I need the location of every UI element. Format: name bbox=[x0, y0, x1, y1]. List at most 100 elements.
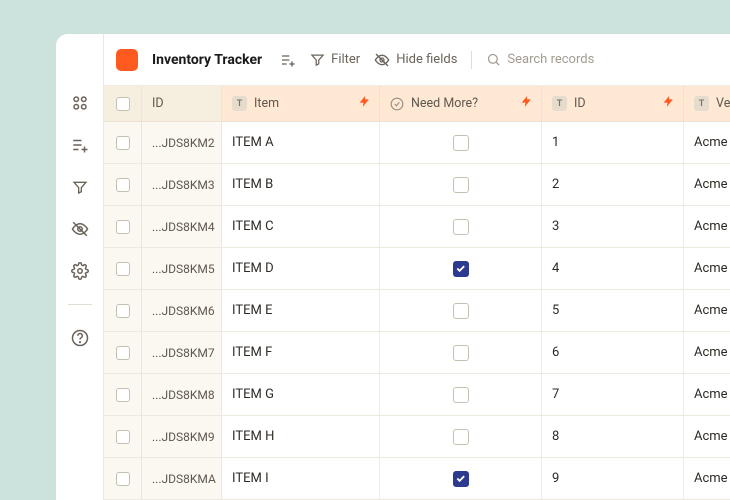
hide-icon[interactable] bbox=[71, 220, 89, 238]
row-checkbox[interactable] bbox=[104, 206, 142, 247]
need-checkbox[interactable] bbox=[453, 303, 469, 319]
header-need-more[interactable]: Need More? bbox=[380, 86, 542, 121]
cell-id2[interactable]: 2 bbox=[542, 164, 684, 205]
cell-item[interactable]: ITEM H bbox=[222, 416, 380, 457]
cell-need-more[interactable] bbox=[380, 206, 542, 247]
cell-vendor[interactable]: Acme bbox=[684, 290, 730, 331]
cell-vendor[interactable]: Acme bbox=[684, 458, 730, 499]
cell-need-more[interactable] bbox=[380, 122, 542, 163]
cell-need-more[interactable] bbox=[380, 458, 542, 499]
row-checkbox[interactable] bbox=[104, 122, 142, 163]
table-row[interactable]: ...JDS8KM3ITEM B 2Acme bbox=[104, 164, 730, 206]
cell-vendor[interactable]: Acme bbox=[684, 122, 730, 163]
checkbox-icon bbox=[116, 472, 130, 486]
cell-id[interactable]: ...JDS8KM9 bbox=[142, 416, 222, 457]
cell-id2[interactable]: 7 bbox=[542, 374, 684, 415]
filter-icon[interactable] bbox=[71, 178, 89, 196]
text-type-icon: T bbox=[232, 96, 247, 111]
row-checkbox[interactable] bbox=[104, 458, 142, 499]
cell-item[interactable]: ITEM F bbox=[222, 332, 380, 373]
header-checkbox[interactable] bbox=[104, 86, 142, 121]
text-type-icon: T bbox=[694, 96, 709, 111]
cell-id[interactable]: ...JDS8KMA bbox=[142, 458, 222, 499]
cell-vendor[interactable]: Acme bbox=[684, 416, 730, 457]
cell-vendor[interactable]: Acme bbox=[684, 248, 730, 289]
table-row[interactable]: ...JDS8KM9ITEM H 8Acme bbox=[104, 416, 730, 458]
need-checkbox[interactable] bbox=[453, 429, 469, 445]
table-row[interactable]: ...JDS8KMAITEM I 9Acme bbox=[104, 458, 730, 500]
text-type-icon: T bbox=[552, 96, 567, 111]
cell-id2[interactable]: 5 bbox=[542, 290, 684, 331]
need-checkbox[interactable] bbox=[453, 261, 469, 277]
header-vendor[interactable]: T Ve bbox=[684, 86, 730, 121]
cell-item[interactable]: ITEM B bbox=[222, 164, 380, 205]
row-checkbox[interactable] bbox=[104, 332, 142, 373]
add-row-button[interactable] bbox=[280, 52, 296, 68]
add-row-icon[interactable] bbox=[71, 136, 89, 154]
table-row[interactable]: ...JDS8KM8ITEM G 7Acme bbox=[104, 374, 730, 416]
row-checkbox[interactable] bbox=[104, 248, 142, 289]
row-checkbox[interactable] bbox=[104, 290, 142, 331]
filter-button[interactable]: Filter bbox=[310, 52, 360, 67]
cell-id2[interactable]: 9 bbox=[542, 458, 684, 499]
cell-id[interactable]: ...JDS8KM7 bbox=[142, 332, 222, 373]
cell-vendor[interactable]: Acme bbox=[684, 206, 730, 247]
cell-id[interactable]: ...JDS8KM5 bbox=[142, 248, 222, 289]
table-row[interactable]: ...JDS8KM2ITEM A 1Acme bbox=[104, 122, 730, 164]
need-checkbox[interactable] bbox=[453, 177, 469, 193]
checkbox-icon bbox=[116, 430, 130, 444]
cell-id2[interactable]: 6 bbox=[542, 332, 684, 373]
cell-vendor[interactable]: Acme bbox=[684, 332, 730, 373]
cell-vendor[interactable]: Acme bbox=[684, 164, 730, 205]
search-placeholder: Search records bbox=[507, 52, 594, 67]
checkbox-icon bbox=[116, 136, 130, 150]
settings-icon[interactable] bbox=[71, 262, 89, 280]
cell-need-more[interactable] bbox=[380, 416, 542, 457]
need-checkbox[interactable] bbox=[453, 471, 469, 487]
cell-id2[interactable]: 4 bbox=[542, 248, 684, 289]
cell-item[interactable]: ITEM I bbox=[222, 458, 380, 499]
table-row[interactable]: ...JDS8KM6ITEM E 5Acme bbox=[104, 290, 730, 332]
row-checkbox[interactable] bbox=[104, 164, 142, 205]
grid-body: ...JDS8KM2ITEM A1Acme...JDS8KM3ITEM B2Ac… bbox=[104, 122, 730, 500]
cell-id[interactable]: ...JDS8KM8 bbox=[142, 374, 222, 415]
table-row[interactable]: ...JDS8KM7ITEM F 6Acme bbox=[104, 332, 730, 374]
cell-vendor[interactable]: Acme bbox=[684, 374, 730, 415]
help-icon[interactable] bbox=[71, 329, 89, 347]
cell-item[interactable]: ITEM E bbox=[222, 290, 380, 331]
row-checkbox[interactable] bbox=[104, 374, 142, 415]
cell-need-more[interactable] bbox=[380, 374, 542, 415]
header-id2[interactable]: T ID bbox=[542, 86, 684, 121]
cell-id2[interactable]: 8 bbox=[542, 416, 684, 457]
apps-icon[interactable] bbox=[71, 94, 89, 112]
cell-need-more[interactable] bbox=[380, 290, 542, 331]
checkbox-icon bbox=[116, 388, 130, 402]
cell-need-more[interactable] bbox=[380, 164, 542, 205]
header-item[interactable]: T Item bbox=[222, 86, 380, 121]
cell-item[interactable]: ITEM C bbox=[222, 206, 380, 247]
header-id[interactable]: ID bbox=[142, 86, 222, 121]
cell-id2[interactable]: 1 bbox=[542, 122, 684, 163]
cell-item[interactable]: ITEM G bbox=[222, 374, 380, 415]
row-checkbox[interactable] bbox=[104, 416, 142, 457]
cell-id2[interactable]: 3 bbox=[542, 206, 684, 247]
cell-id[interactable]: ...JDS8KM3 bbox=[142, 164, 222, 205]
search-input[interactable]: Search records bbox=[486, 52, 594, 67]
cell-need-more[interactable] bbox=[380, 332, 542, 373]
cell-id[interactable]: ...JDS8KM4 bbox=[142, 206, 222, 247]
table-row[interactable]: ...JDS8KM5ITEM D 4Acme bbox=[104, 248, 730, 290]
cell-id[interactable]: ...JDS8KM6 bbox=[142, 290, 222, 331]
cell-item[interactable]: ITEM A bbox=[222, 122, 380, 163]
table-row[interactable]: ...JDS8KM4ITEM C 3Acme bbox=[104, 206, 730, 248]
bolt-icon bbox=[358, 95, 371, 112]
need-checkbox[interactable] bbox=[453, 387, 469, 403]
cell-need-more[interactable] bbox=[380, 248, 542, 289]
cell-item[interactable]: ITEM D bbox=[222, 248, 380, 289]
need-checkbox[interactable] bbox=[453, 135, 469, 151]
need-checkbox[interactable] bbox=[453, 219, 469, 235]
app-logo[interactable] bbox=[116, 49, 138, 71]
hide-fields-button[interactable]: Hide fields bbox=[374, 52, 457, 68]
need-checkbox[interactable] bbox=[453, 345, 469, 361]
cell-id[interactable]: ...JDS8KM2 bbox=[142, 122, 222, 163]
bolt-icon bbox=[662, 95, 675, 112]
